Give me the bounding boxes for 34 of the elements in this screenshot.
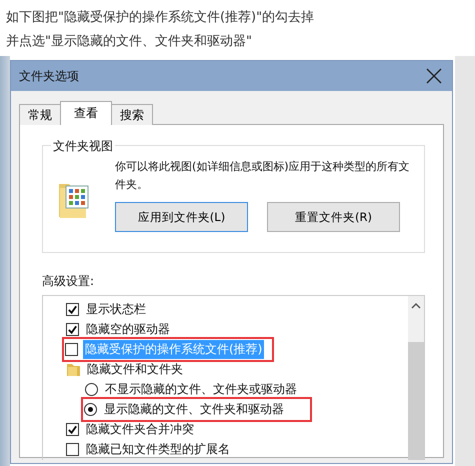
group-title: 文件夹视图 bbox=[51, 138, 115, 155]
setting-label[interactable]: 隐藏文件夹合并冲突 bbox=[84, 420, 196, 438]
tab[interactable]: 查看 bbox=[60, 101, 112, 125]
setting-label[interactable]: 显示隐藏的文件、文件夹和驱动器 bbox=[102, 400, 286, 418]
setting-label[interactable]: 隐藏文件和文件夹 bbox=[85, 360, 185, 378]
instruction-text: 如下图把"隐藏受保护的操作系统文件(推荐)"的勾去掉 bbox=[6, 9, 316, 27]
setting-label[interactable]: 隐藏已知文件类型的扩展名 bbox=[84, 440, 232, 458]
check-icon bbox=[67, 304, 78, 314]
setting-label[interactable]: 隐藏空的驱动器 bbox=[84, 320, 172, 338]
scroll-thumb[interactable] bbox=[408, 342, 424, 460]
folder-button[interactable]: 重置文件夹(R) bbox=[267, 202, 400, 232]
setting-label[interactable]: 显示状态栏 bbox=[84, 300, 148, 318]
description-text: 你可以将此视图(如详细信息或图标)应用于这种类型的所有文件夹。 bbox=[115, 159, 411, 193]
radio-button[interactable] bbox=[85, 382, 98, 396]
instruction-text: 并点选"显示隐藏的文件、文件夹和驱动器" bbox=[6, 33, 253, 51]
checkbox[interactable] bbox=[66, 302, 79, 316]
tab[interactable]: 常规 bbox=[19, 104, 61, 125]
check-icon bbox=[67, 324, 78, 334]
radio-button[interactable] bbox=[84, 402, 97, 416]
checkbox[interactable] bbox=[66, 422, 79, 436]
folder-icon bbox=[66, 361, 80, 377]
folder-button[interactable]: 应用到文件夹(L) bbox=[115, 202, 248, 232]
check-icon bbox=[67, 424, 78, 434]
setting-label[interactable]: 不显示隐藏的文件、文件夹或驱动器 bbox=[103, 380, 299, 398]
window-title: 文件夹选项 bbox=[19, 68, 79, 84]
close-icon bbox=[425, 67, 443, 85]
scrollbar[interactable] bbox=[408, 296, 424, 460]
scroll-up-icon bbox=[411, 302, 421, 310]
close-button[interactable] bbox=[424, 66, 444, 86]
checkbox[interactable] bbox=[65, 342, 78, 356]
section-label: 高级设置: bbox=[42, 273, 96, 290]
checkbox[interactable] bbox=[66, 442, 79, 456]
tab[interactable]: 搜索 bbox=[111, 104, 153, 125]
checkbox[interactable] bbox=[66, 322, 79, 336]
